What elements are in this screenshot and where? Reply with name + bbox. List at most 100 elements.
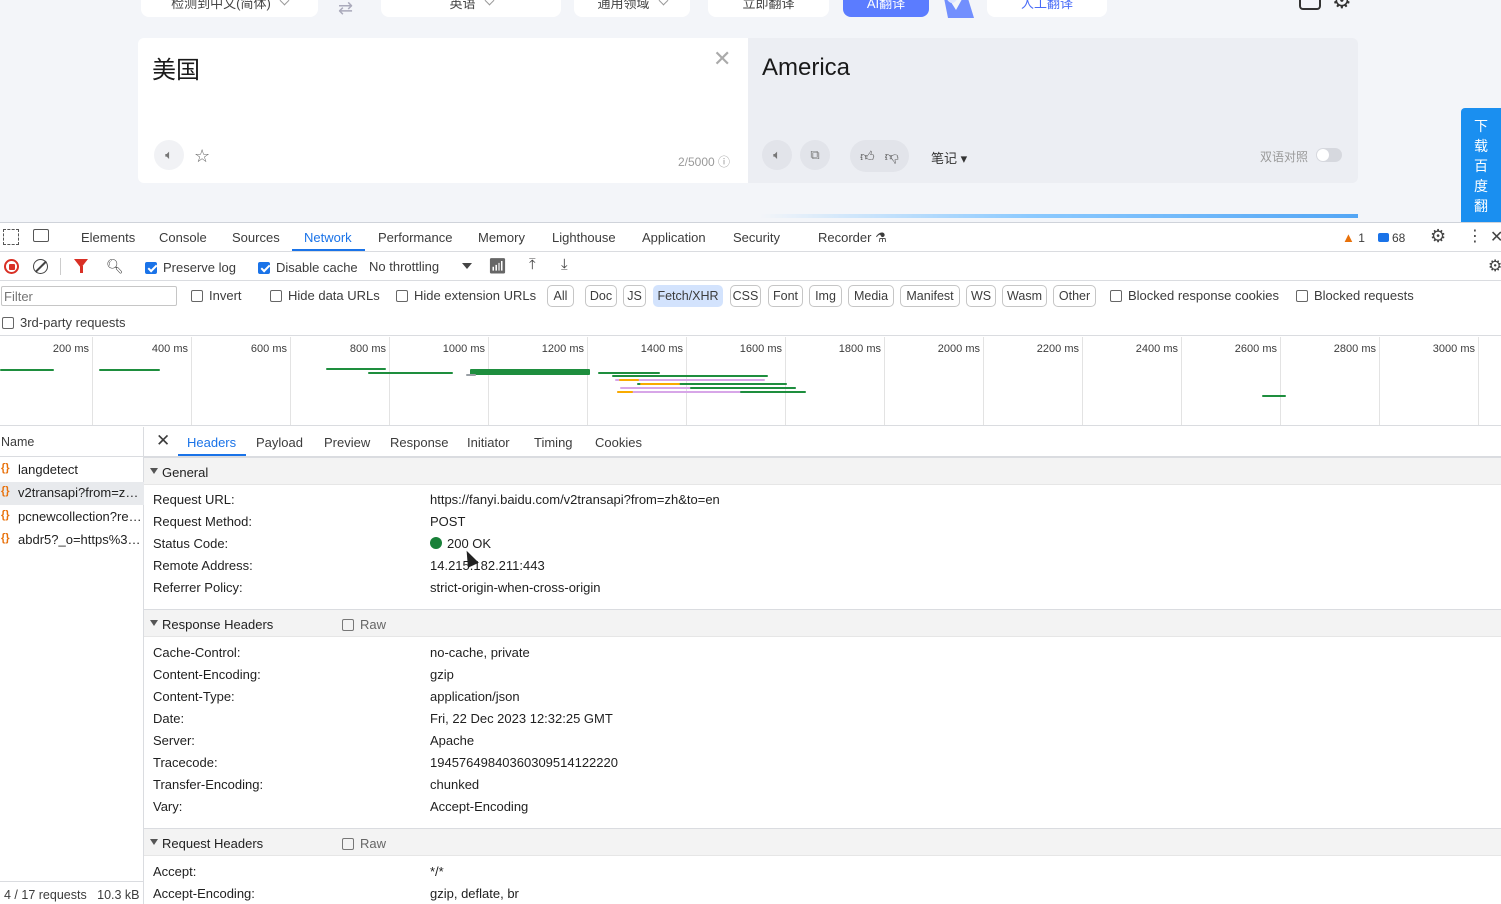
close-devtools-icon[interactable]: ✕ <box>1490 227 1501 247</box>
export-har-icon[interactable]: ⤓ <box>561 256 568 273</box>
checkbox-box[interactable] <box>342 618 354 631</box>
name-column-header[interactable]: Name <box>0 427 144 457</box>
thumbs-up-icon[interactable]: 👍︎ <box>860 148 875 165</box>
tab-memory[interactable]: Memory <box>478 230 525 245</box>
filter-chip-fetch-xhr[interactable]: Fetch/XHR <box>653 285 723 307</box>
favorite-star-icon[interactable]: ☆ <box>194 146 210 167</box>
request-row[interactable]: {} abdr5?_o=https%3A%2F%2Ffanyi.baidu.com <box>0 529 144 552</box>
tab-performance[interactable]: Performance <box>378 230 452 245</box>
inspect-element-icon[interactable] <box>3 229 19 245</box>
devtools-settings-icon[interactable]: ⚙ <box>1430 226 1446 247</box>
source-text[interactable]: 美国 <box>152 50 200 85</box>
blocked-requests-checkbox[interactable]: Blocked requests <box>1296 288 1414 303</box>
request-row[interactable]: {} pcnewcollection?req=check <box>0 506 144 529</box>
tab-network[interactable]: Network <box>304 230 352 245</box>
warnings-badge[interactable]: ▲ 1 <box>1342 230 1365 245</box>
tab-timing[interactable]: Timing <box>534 435 573 450</box>
invert-checkbox[interactable]: Invert <box>191 288 242 303</box>
filter-icon[interactable] <box>74 259 88 273</box>
tab-headers[interactable]: Headers <box>187 435 236 450</box>
network-overview[interactable]: 200 ms 400 ms 600 ms 800 ms 1000 ms 1200… <box>0 337 1501 426</box>
search-icon[interactable]: 🔍︎ <box>106 258 124 275</box>
clear-log-icon[interactable] <box>33 259 48 274</box>
swap-languages-icon[interactable]: ⇄ <box>338 0 353 19</box>
clear-source-icon[interactable]: ✕ <box>713 48 731 70</box>
checkbox-box[interactable] <box>1296 289 1308 302</box>
copy-icon[interactable]: ⧉ <box>800 140 830 170</box>
checkbox-box[interactable] <box>342 837 354 850</box>
window-icon[interactable] <box>1299 0 1321 10</box>
request-row[interactable]: {} langdetect <box>0 459 144 482</box>
target-speaker-icon[interactable]: 🔈︎ <box>762 140 792 170</box>
filter-chip-js[interactable]: JS <box>623 285 646 307</box>
note-button[interactable]: 笔记 ▾ <box>931 148 967 167</box>
preserve-log-checkbox[interactable]: Preserve log <box>145 260 236 275</box>
throttling-select[interactable]: No throttling <box>369 259 439 274</box>
tab-response[interactable]: Response <box>390 435 449 450</box>
messages-badge[interactable]: 68 <box>1378 231 1405 245</box>
source-speaker-icon[interactable]: 🔈︎ <box>154 140 184 170</box>
tab-elements[interactable]: Elements <box>81 230 135 245</box>
tab-security[interactable]: Security <box>733 230 780 245</box>
tab-payload[interactable]: Payload <box>256 435 303 450</box>
checkbox-box[interactable] <box>145 261 157 274</box>
tick-label: 1200 ms <box>541 343 584 355</box>
tab-application[interactable]: Application <box>642 230 706 245</box>
raw-toggle[interactable]: Raw <box>342 617 386 632</box>
network-conditions-icon[interactable]: 📶︎ <box>488 257 507 275</box>
tab-lighthouse[interactable]: Lighthouse <box>552 230 616 245</box>
more-options-icon[interactable]: ⋮ <box>1467 226 1483 246</box>
response-headers-section-header[interactable]: Response Headers Raw <box>144 609 1501 637</box>
filter-chip-doc[interactable]: Doc <box>585 285 617 307</box>
checkbox-box[interactable] <box>191 289 203 302</box>
source-language-select[interactable]: 检测到中文(简体) <box>141 0 318 17</box>
disable-cache-checkbox[interactable]: Disable cache <box>258 260 358 275</box>
filter-input[interactable] <box>1 286 177 306</box>
hide-data-urls-checkbox[interactable]: Hide data URLs <box>270 288 380 303</box>
tab-preview[interactable]: Preview <box>324 435 370 450</box>
close-detail-icon[interactable]: ✕ <box>156 431 170 451</box>
timeline-bar <box>640 383 680 385</box>
tab-recorder[interactable]: Recorder ⚗ <box>818 230 887 246</box>
blocked-response-cookies-checkbox[interactable]: Blocked response cookies <box>1110 288 1279 303</box>
checkbox-box[interactable] <box>270 289 282 302</box>
general-section-header[interactable]: General <box>144 457 1501 485</box>
request-row[interactable]: {} v2transapi?from=zh&to=en <box>0 482 144 505</box>
target-language-select[interactable]: 英语 <box>381 0 561 17</box>
filter-chip-other[interactable]: Other <box>1053 285 1096 307</box>
domain-select[interactable]: 通用领域 <box>574 0 690 17</box>
tab-initiator[interactable]: Initiator <box>467 435 510 450</box>
tab-sources[interactable]: Sources <box>232 230 280 245</box>
filter-chip-ws[interactable]: WS <box>966 285 996 307</box>
network-settings-icon[interactable]: ⚙ <box>1488 256 1501 276</box>
download-app-banner[interactable]: 下 载 百 度 翻 <box>1461 108 1501 222</box>
timeline-bar <box>470 369 590 375</box>
filter-chip-manifest[interactable]: Manifest <box>900 285 960 307</box>
stop-recording-icon[interactable] <box>4 259 19 274</box>
settings-icon[interactable]: ⚙ <box>1332 0 1352 14</box>
filter-chip-css[interactable]: CSS <box>730 285 761 307</box>
raw-toggle[interactable]: Raw <box>342 836 386 851</box>
ai-translate-button[interactable]: AI翻译 <box>843 0 929 17</box>
thumbs-down-icon[interactable]: 👎︎ <box>885 148 899 165</box>
tab-cookies[interactable]: Cookies <box>595 435 642 450</box>
translate-button[interactable]: 立即翻译 <box>708 0 829 17</box>
checkbox-box[interactable] <box>2 316 14 329</box>
filter-chip-media[interactable]: Media <box>848 285 894 307</box>
checkbox-box[interactable] <box>1110 289 1122 302</box>
tab-console[interactable]: Console <box>159 230 207 245</box>
third-party-checkbox[interactable]: 3rd-party requests <box>2 315 126 330</box>
request-headers-section-header[interactable]: Request Headers Raw <box>144 828 1501 856</box>
filter-chip-font[interactable]: Font <box>768 285 803 307</box>
filter-chip-wasm[interactable]: Wasm <box>1002 285 1047 307</box>
human-translate-button[interactable]: 人工翻译 <box>987 0 1107 17</box>
bilingual-toggle[interactable] <box>1316 148 1342 162</box>
filter-chip-all[interactable]: All <box>547 285 574 307</box>
checkbox-box[interactable] <box>396 289 408 302</box>
checkbox-box[interactable] <box>258 261 270 274</box>
hide-extension-urls-checkbox[interactable]: Hide extension URLs <box>396 288 536 303</box>
import-har-icon[interactable]: ⤒ <box>529 256 536 273</box>
caret-down-icon[interactable] <box>462 263 472 269</box>
device-toolbar-icon[interactable] <box>33 229 49 242</box>
filter-chip-img[interactable]: Img <box>809 285 842 307</box>
